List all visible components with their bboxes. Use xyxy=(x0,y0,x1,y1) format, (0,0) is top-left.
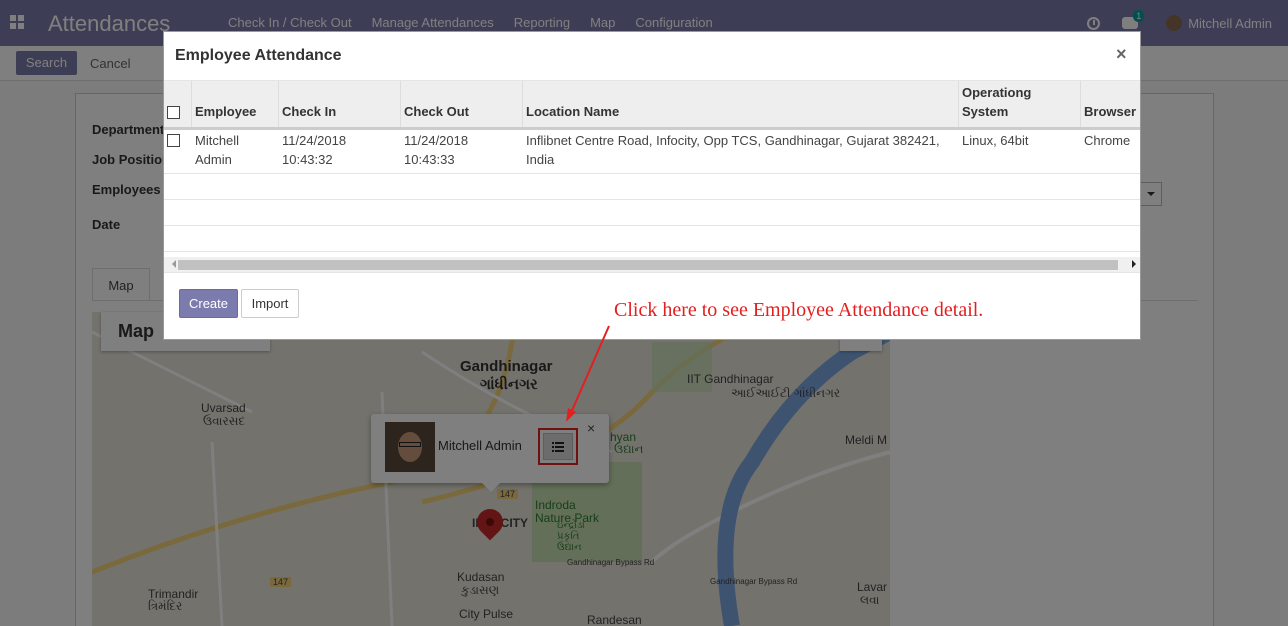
column-header-check-in[interactable]: Check In xyxy=(279,81,401,127)
annotation-arrow-icon xyxy=(566,325,610,422)
create-button[interactable]: Create xyxy=(179,289,238,318)
header-select-all xyxy=(164,81,192,127)
column-header-check-out[interactable]: Check Out xyxy=(401,81,523,127)
select-all-checkbox[interactable] xyxy=(167,106,180,119)
row-checkbox[interactable] xyxy=(167,134,180,147)
column-header-location[interactable]: Location Name xyxy=(523,81,959,127)
dialog-footer-divider xyxy=(164,272,1140,273)
cell-location: Inflibnet Centre Road, Infocity, Opp TCS… xyxy=(526,133,940,167)
cell-os: Linux, 64bit xyxy=(962,133,1029,148)
column-header-os[interactable]: Operationg System xyxy=(959,81,1081,127)
cell-employee: Mitchell Admin xyxy=(195,133,240,167)
dialog-close-icon[interactable]: × xyxy=(1116,44,1127,65)
scroll-left-icon[interactable] xyxy=(168,260,176,268)
column-header-employee[interactable]: Employee xyxy=(192,81,279,127)
cell-check-out: 11/24/2018 10:43:33 xyxy=(404,133,469,167)
cell-check-in: 11/24/2018 10:43:32 xyxy=(282,133,347,167)
employee-attendance-dialog: Employee Attendance × Employee Check In … xyxy=(163,31,1141,340)
column-header-browser[interactable]: Browser xyxy=(1081,81,1140,127)
row-divider xyxy=(164,225,1140,226)
horizontal-scrollbar[interactable] xyxy=(164,257,1140,272)
tutorial-annotation: Click here to see Employee Attendance de… xyxy=(614,299,984,321)
scroll-right-icon[interactable] xyxy=(1132,260,1140,268)
row-divider xyxy=(164,199,1140,200)
import-button[interactable]: Import xyxy=(241,289,299,318)
scrollbar-thumb[interactable] xyxy=(178,260,1118,270)
dialog-title: Employee Attendance xyxy=(175,47,342,64)
row-divider xyxy=(164,251,1140,252)
row-divider xyxy=(164,173,1140,174)
cell-browser: Chrome xyxy=(1084,133,1131,148)
